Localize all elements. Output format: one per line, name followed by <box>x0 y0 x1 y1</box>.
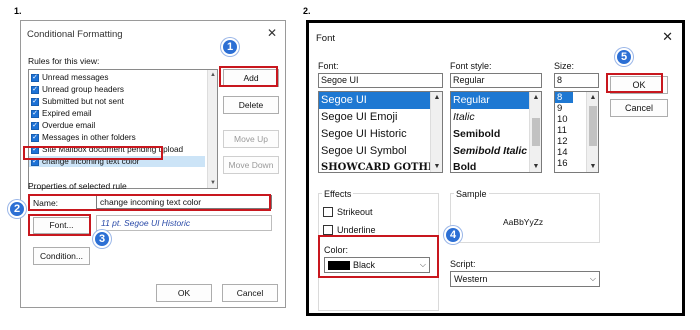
close-icon[interactable]: ✕ <box>662 29 673 45</box>
highlight-add <box>219 66 278 87</box>
size-input[interactable]: 8 <box>554 73 599 88</box>
delete-button[interactable]: Delete <box>223 96 279 114</box>
cancel-button[interactable]: Cancel <box>222 284 278 302</box>
font-list-item[interactable]: Segoe UI <box>319 92 432 109</box>
step-label-2: 2. <box>303 6 311 16</box>
scroll-down-icon[interactable]: ▼ <box>208 180 217 186</box>
style-list-item[interactable]: Regular <box>451 92 531 109</box>
font-list-item[interactable]: Segoe UI Historic <box>319 126 407 143</box>
size-list-item[interactable]: 10 <box>555 114 568 125</box>
move-up-button[interactable]: Move Up <box>223 130 279 148</box>
style-list-item[interactable]: Italic <box>451 109 475 126</box>
font-input[interactable]: Segoe UI <box>318 73 443 88</box>
step-badge-5: 5 <box>615 48 633 66</box>
highlight-font <box>28 214 91 236</box>
step-badge-4: 4 <box>444 226 462 244</box>
scroll-up-icon[interactable]: ▲ <box>431 94 442 101</box>
size-list-item[interactable]: 9 <box>555 103 562 114</box>
size-label: Size: <box>554 61 575 71</box>
style-label: Font style: <box>450 61 492 71</box>
close-icon[interactable]: ✕ <box>267 26 277 40</box>
rule-item[interactable]: ✓ Overdue email <box>31 120 95 131</box>
style-list-item[interactable]: Semibold <box>451 126 500 143</box>
checkbox-checked-icon[interactable]: ✓ <box>31 85 39 94</box>
checkbox-icon[interactable] <box>323 207 333 217</box>
script-label: Script: <box>450 259 476 269</box>
rules-list[interactable]: ✓ Unread messages ✓ Unread group headers ✓… <box>28 69 218 189</box>
style-list-scrollbar[interactable]: ▲ ▼ <box>529 92 541 172</box>
scroll-down-icon[interactable]: ▼ <box>530 163 541 170</box>
style-input[interactable]: Regular <box>450 73 542 88</box>
rule-item[interactable]: ✓ Submitted but not sent <box>31 96 124 107</box>
font-label: Font: <box>318 61 339 71</box>
size-list-item[interactable]: 14 <box>555 147 568 158</box>
font-list[interactable]: Segoe UI Segoe UI Emoji Segoe UI Histori… <box>318 91 443 173</box>
size-list-item[interactable]: 8 <box>555 92 573 103</box>
checkbox-checked-icon[interactable]: ✓ <box>31 97 39 106</box>
sample-label: Sample <box>454 189 489 199</box>
scroll-thumb[interactable] <box>589 106 597 146</box>
scroll-down-icon[interactable]: ▼ <box>431 163 442 170</box>
checkbox-icon[interactable] <box>323 225 333 235</box>
rule-item[interactable]: ✓ Unread group headers <box>31 84 124 95</box>
chevron-down-icon: ⌵ <box>589 274 596 283</box>
sample-text: AaBbYyZz <box>503 217 544 227</box>
underline-checkbox[interactable]: Underline <box>323 225 376 235</box>
rule-item[interactable]: ✓ Expired email <box>31 108 92 119</box>
font-list-item[interactable]: Segoe UI Symbol <box>319 143 407 160</box>
effects-label: Effects <box>322 189 354 199</box>
checkbox-checked-icon[interactable]: ✓ <box>31 73 39 82</box>
rules-label: Rules for this view: <box>28 56 100 66</box>
font-list-scrollbar[interactable]: ▲ ▼ <box>430 92 442 172</box>
style-list-item[interactable]: Bold <box>451 159 476 172</box>
size-list-item[interactable]: 11 <box>555 125 567 136</box>
checkbox-checked-icon[interactable]: ✓ <box>31 133 39 142</box>
step-badge-1: 1 <box>221 38 239 56</box>
cancel-button[interactable]: Cancel <box>610 99 668 117</box>
highlight-rule <box>23 146 163 160</box>
size-list-item[interactable]: 16 <box>555 158 568 169</box>
scroll-up-icon[interactable]: ▲ <box>530 94 541 101</box>
rule-item[interactable]: ✓ Unread messages <box>31 72 108 83</box>
properties-label: Properties of selected rule <box>28 181 127 191</box>
font-list-item[interactable]: SHOWCARD GOTHI <box>319 159 433 172</box>
condition-button[interactable]: Condition... <box>33 247 90 265</box>
dialog-title: Font <box>316 33 336 44</box>
style-list-item[interactable]: Semibold Italic <box>451 143 527 160</box>
checkbox-checked-icon[interactable]: ✓ <box>31 109 39 118</box>
style-list[interactable]: Regular Italic Semibold Semibold Italic … <box>450 91 542 173</box>
scroll-down-icon[interactable]: ▼ <box>587 163 598 170</box>
scroll-thumb[interactable] <box>532 118 540 146</box>
move-down-button[interactable]: Move Down <box>223 156 279 174</box>
dialog-title: Conditional Formatting <box>27 29 123 40</box>
step-badge-3: 3 <box>93 230 111 248</box>
strikeout-checkbox[interactable]: Strikeout <box>323 207 373 217</box>
scroll-up-icon[interactable]: ▲ <box>587 94 598 101</box>
size-list-scrollbar[interactable]: ▲ ▼ <box>586 92 598 172</box>
step-badge-2: 2 <box>8 200 26 218</box>
rules-scrollbar[interactable]: ▲ ▼ <box>207 70 217 188</box>
conditional-formatting-dialog: Conditional Formatting ✕ Rules for this … <box>20 20 286 308</box>
script-dropdown[interactable]: Western ⌵ <box>450 271 600 287</box>
scroll-up-icon[interactable]: ▲ <box>208 72 217 78</box>
step-label-1: 1. <box>14 6 22 16</box>
font-list-item[interactable]: Segoe UI Emoji <box>319 109 397 126</box>
size-list[interactable]: 8 9 10 11 12 14 16 ▲ ▼ <box>554 91 599 173</box>
highlight-color <box>318 235 439 278</box>
font-description: 11 pt. Segoe UI Historic <box>96 215 272 231</box>
highlight-ok <box>606 73 663 93</box>
ok-button[interactable]: OK <box>156 284 212 302</box>
size-list-item[interactable]: 12 <box>555 136 568 147</box>
rule-item[interactable]: ✓ Messages in other folders <box>31 132 136 143</box>
highlight-name <box>28 194 271 211</box>
checkbox-checked-icon[interactable]: ✓ <box>31 121 39 130</box>
